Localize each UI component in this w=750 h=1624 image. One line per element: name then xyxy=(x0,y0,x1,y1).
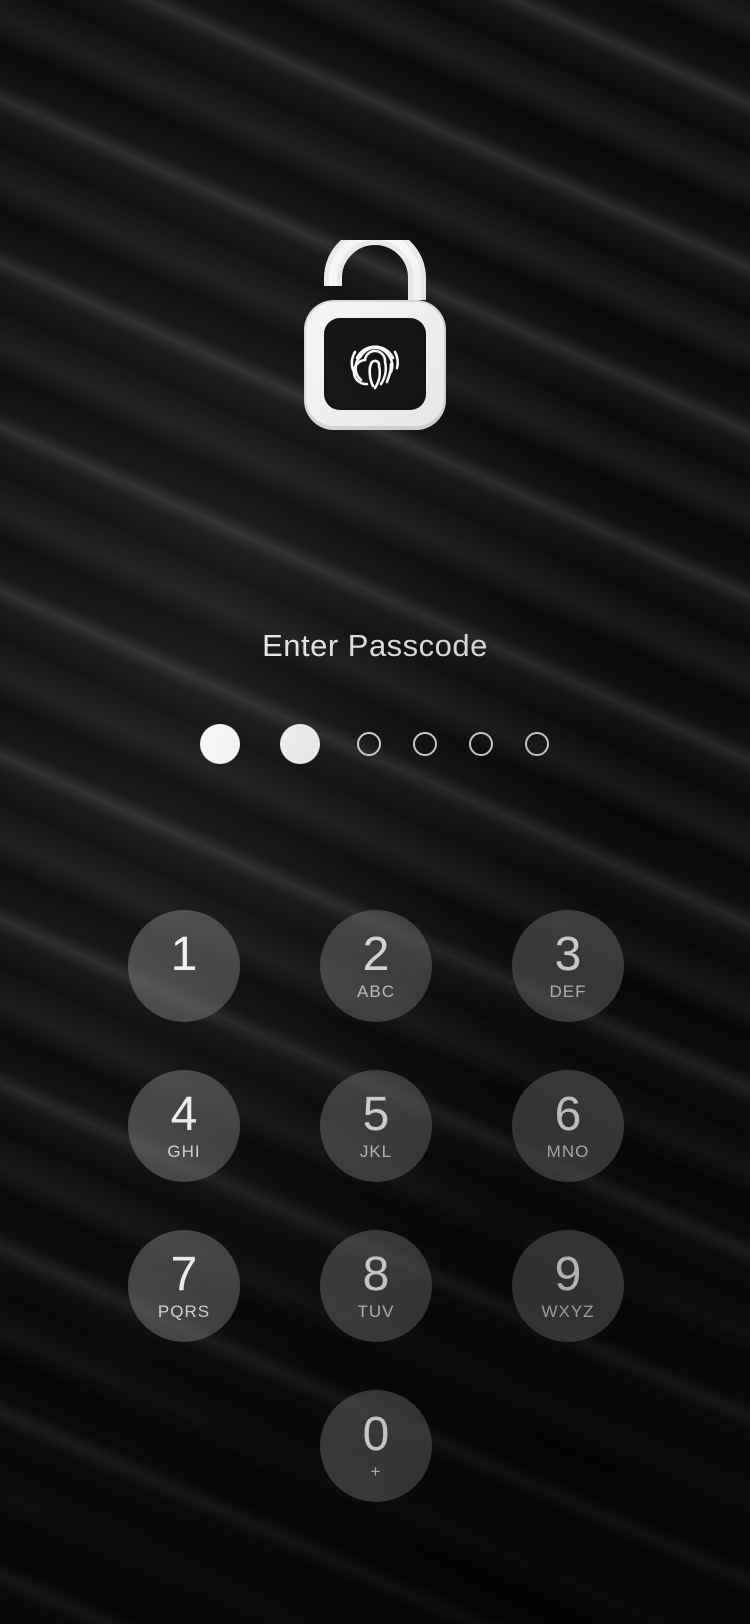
key-digit: 3 xyxy=(554,928,582,981)
keypad-key-5[interactable]: 5 JKL xyxy=(320,1070,432,1182)
key-digit: 5 xyxy=(362,1088,390,1141)
key-letters: PQRS xyxy=(157,1302,211,1321)
passcode-dot-filled xyxy=(200,724,240,764)
keypad-key-6[interactable]: 6 MNO xyxy=(512,1070,624,1182)
key-letters: ABC xyxy=(357,982,395,1001)
key-digit: 9 xyxy=(554,1248,582,1301)
keypad-key-8[interactable]: 8 TUV xyxy=(320,1230,432,1342)
lock-screen: Enter Passcode 1 2 ABC 3 DEF 4 GHI 5 JKL xyxy=(0,0,750,1624)
key-letters: DEF xyxy=(549,982,587,1001)
fingerprint-padlock-icon xyxy=(300,240,450,445)
keypad-key-1[interactable]: 1 xyxy=(128,910,240,1022)
key-letters: + xyxy=(370,1462,382,1481)
padlock-graphic xyxy=(304,240,446,430)
key-letters: TUV xyxy=(357,1302,395,1321)
key-digit: 7 xyxy=(170,1248,198,1301)
keypad-key-3[interactable]: 3 DEF xyxy=(512,910,624,1022)
key-digit: 0 xyxy=(362,1408,390,1461)
passcode-dots xyxy=(0,724,750,764)
keypad-key-7[interactable]: 7 PQRS xyxy=(128,1230,240,1342)
key-letters: WXYZ xyxy=(541,1302,595,1321)
keypad-key-2[interactable]: 2 ABC xyxy=(320,910,432,1022)
page-title: Enter Passcode xyxy=(262,628,488,663)
passcode-dot-empty xyxy=(357,732,381,756)
key-letters: JKL xyxy=(359,1142,393,1161)
key-digit: 1 xyxy=(170,928,198,981)
passcode-dot-empty xyxy=(469,732,493,756)
key-digit: 4 xyxy=(170,1088,198,1141)
keypad-key-0[interactable]: 0 + xyxy=(320,1390,432,1502)
key-digit: 2 xyxy=(362,928,390,981)
passcode-dot-empty xyxy=(525,732,549,756)
key-letters: GHI xyxy=(167,1142,201,1161)
keypad-key-4[interactable]: 4 GHI xyxy=(128,1070,240,1182)
key-digit: 6 xyxy=(554,1088,582,1141)
passcode-dot-filled xyxy=(280,724,320,764)
key-letters: MNO xyxy=(546,1142,590,1161)
keypad-key-9[interactable]: 9 WXYZ xyxy=(512,1230,624,1342)
key-digit: 8 xyxy=(362,1248,390,1301)
passcode-dot-empty xyxy=(413,732,437,756)
